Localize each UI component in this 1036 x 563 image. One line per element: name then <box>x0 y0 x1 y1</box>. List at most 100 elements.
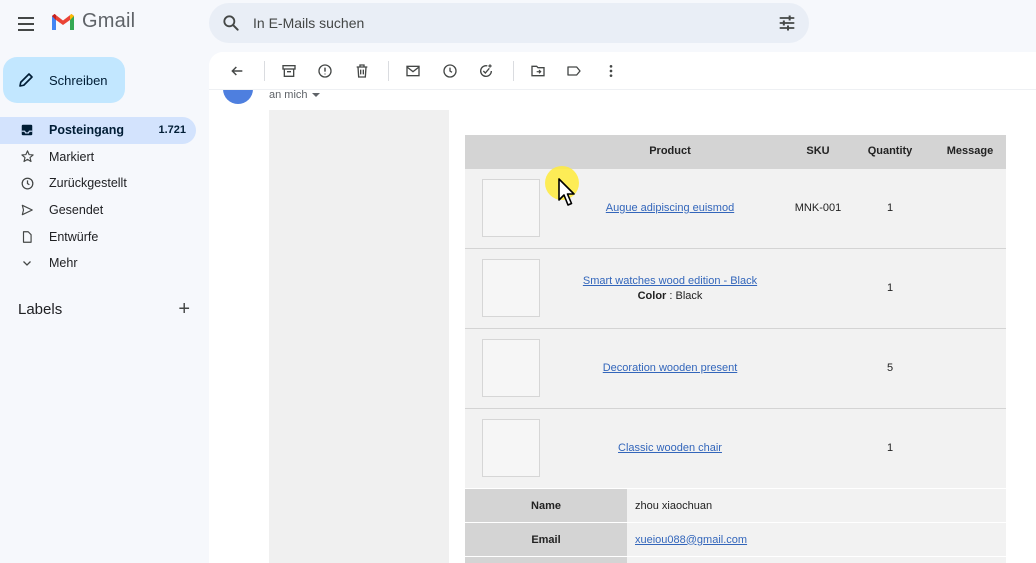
email-body: Product SKU Quantity Message Augue adipi… <box>269 110 1024 563</box>
name-value: zhou xiaochuan <box>627 488 1006 523</box>
search-input[interactable] <box>253 15 777 31</box>
email-content: Product SKU Quantity Message Augue adipi… <box>449 110 1024 563</box>
gmail-window: Gmail Schreiben Posteingang 1.721 Markie… <box>0 0 1036 563</box>
sidebar-item-label: Markiert <box>49 149 95 164</box>
app-brand: Gmail <box>82 10 136 32</box>
snooze-button[interactable] <box>434 55 466 87</box>
quantity-cell: 1 <box>846 407 934 488</box>
name-label: Name <box>465 488 627 523</box>
sidebar-item-drafts[interactable]: Entwürfe <box>0 223 196 250</box>
product-link[interactable]: Augue adipiscing euismod <box>606 202 734 214</box>
inbox-icon <box>19 122 35 138</box>
table-header-message: Message <box>934 135 1006 168</box>
email-link[interactable]: xueiou088@gmail.com <box>635 534 747 546</box>
labels-section: Labels + <box>18 299 190 319</box>
table-header-image <box>465 135 550 168</box>
clock-icon <box>19 175 35 191</box>
next-value <box>627 556 1006 563</box>
product-link[interactable]: Classic wooden chair <box>618 442 722 454</box>
folder-move-icon <box>530 65 545 76</box>
delete-button[interactable] <box>346 55 378 87</box>
product-image-cell <box>465 247 550 328</box>
product-link[interactable]: Decoration wooden present <box>603 362 738 374</box>
label-icon <box>567 65 581 76</box>
sidebar-item-sent[interactable]: Gesendet <box>0 197 196 224</box>
chevron-down-icon <box>19 255 35 271</box>
sidebar-item-more[interactable]: Mehr <box>0 250 196 277</box>
product-thumbnail[interactable] <box>482 419 540 478</box>
add-task-icon <box>480 63 493 77</box>
add-label-icon[interactable]: + <box>178 299 190 319</box>
compose-button[interactable]: Schreiben <box>3 57 125 103</box>
table-row: Email xueiou088@gmail.com <box>465 522 1006 557</box>
gmail-m-icon <box>52 13 74 30</box>
trash-icon <box>356 63 367 78</box>
search-icon[interactable] <box>221 13 241 33</box>
color-label: Color <box>637 289 667 302</box>
next-label <box>465 556 627 563</box>
report-spam-button[interactable] <box>309 55 341 87</box>
message-cell <box>934 247 1006 328</box>
product-thumbnail[interactable] <box>482 259 540 317</box>
sku-cell <box>790 407 846 488</box>
product-thumbnail[interactable] <box>482 339 540 397</box>
sidebar-item-label: Mehr <box>49 256 78 271</box>
mail-icon <box>406 65 420 76</box>
archive-button[interactable] <box>273 55 305 87</box>
product-image-cell <box>465 407 550 488</box>
message-toolbar <box>209 52 1036 90</box>
product-cell: Decoration wooden present <box>550 327 790 408</box>
arrow-back-icon <box>231 65 243 76</box>
color-value: : Black <box>666 289 703 302</box>
table-header-sku: SKU <box>790 135 846 168</box>
sidebar-item-label: Zurückgestellt <box>49 176 127 191</box>
table-row: Decoration wooden present 5 <box>465 327 1006 408</box>
product-image-cell <box>465 327 550 408</box>
product-cell: Smart watches wood edition - Black Color… <box>550 247 790 328</box>
product-link[interactable]: Smart watches wood edition - Black <box>583 275 757 287</box>
sku-cell: MNK-001 <box>790 167 846 248</box>
sidebar-item-inbox[interactable]: Posteingang 1.721 <box>0 117 196 144</box>
product-cell: Augue adipiscing euismod <box>550 167 790 248</box>
sidebar-nav: Posteingang 1.721 Markiert Zurückgestell… <box>0 117 196 277</box>
gmail-logo[interactable]: Gmail <box>50 10 135 33</box>
add-task-button[interactable] <box>470 55 502 87</box>
toolbar-divider <box>388 60 389 81</box>
back-button[interactable] <box>221 55 253 87</box>
quantity-cell: 1 <box>846 167 934 248</box>
draft-icon <box>19 229 35 245</box>
star-icon <box>19 149 35 165</box>
message-cell <box>934 407 1006 488</box>
more-options-button[interactable] <box>595 55 627 87</box>
table-row: Smart watches wood edition - Black Color… <box>465 247 1006 328</box>
mouse-pointer-icon <box>558 178 575 206</box>
labels-button[interactable] <box>558 55 590 87</box>
move-to-button[interactable] <box>522 55 554 87</box>
inbox-count: 1.721 <box>158 124 186 137</box>
quantity-cell: 1 <box>846 247 934 328</box>
table-row <box>465 556 1006 563</box>
send-icon <box>19 202 35 218</box>
sidebar-item-label: Gesendet <box>49 203 104 218</box>
compose-label: Schreiben <box>49 72 108 88</box>
main-menu-icon[interactable] <box>14 12 38 36</box>
quantity-cell: 5 <box>846 327 934 408</box>
sku-cell <box>790 327 846 408</box>
message-cell <box>934 167 1006 248</box>
search-options-icon[interactable] <box>777 13 797 33</box>
product-image-cell <box>465 167 550 248</box>
archive-icon <box>281 64 296 77</box>
mark-unread-button[interactable] <box>397 55 429 87</box>
product-cell: Classic wooden chair <box>550 407 790 488</box>
table-row: Classic wooden chair 1 <box>465 407 1006 488</box>
sidebar-item-label: Entwürfe <box>49 229 99 244</box>
search-bar[interactable] <box>209 3 809 43</box>
toolbar-divider <box>263 60 265 81</box>
recipient-line[interactable]: an mich <box>269 89 320 101</box>
recipient-details-icon[interactable] <box>311 93 320 98</box>
email-value-cell: xueiou088@gmail.com <box>627 522 1006 557</box>
sidebar-item-snoozed[interactable]: Zurückgestellt <box>0 170 196 197</box>
product-thumbnail[interactable] <box>482 179 540 237</box>
customer-info-table: Name zhou xiaochuan Email xueiou088@gmai… <box>465 488 1006 563</box>
sidebar-item-starred[interactable]: Markiert <box>0 144 196 171</box>
